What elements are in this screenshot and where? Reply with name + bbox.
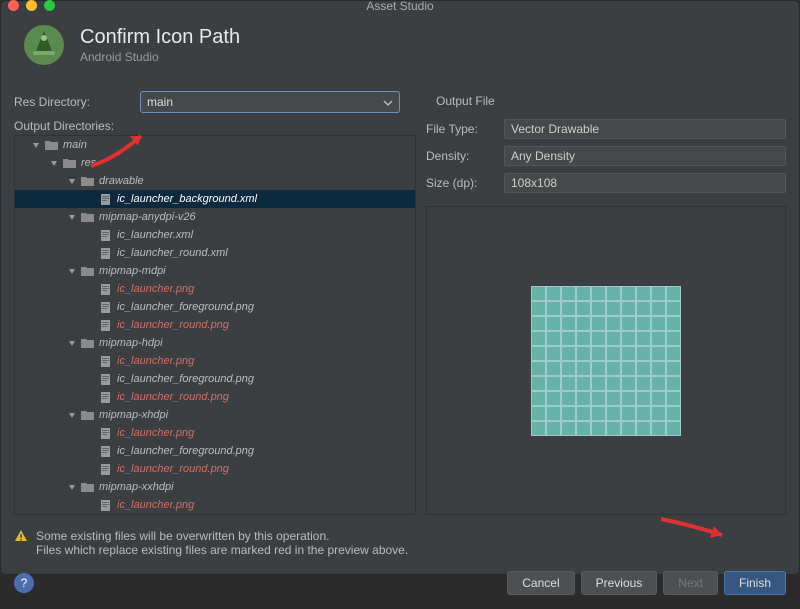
tree-node-label: drawable bbox=[99, 175, 144, 187]
size-label: Size (dp): bbox=[426, 176, 496, 190]
tree-node-label: ic_launcher.png bbox=[117, 427, 194, 439]
tree-node[interactable]: main bbox=[15, 136, 415, 154]
warning-line-1: Some existing files will be overwritten … bbox=[36, 529, 408, 543]
tree-node-label: main bbox=[63, 139, 87, 151]
tree-node[interactable]: mipmap-mdpi bbox=[15, 262, 415, 280]
tree-node[interactable]: ic_launcher_foreground.png bbox=[15, 442, 415, 460]
warning-line-2: Files which replace existing files are m… bbox=[36, 543, 408, 557]
chevron-down-icon bbox=[383, 97, 393, 107]
help-button[interactable]: ? bbox=[14, 573, 34, 593]
density-label: Density: bbox=[426, 149, 496, 163]
tree-node[interactable]: res bbox=[15, 154, 415, 172]
file-icon bbox=[99, 193, 113, 205]
tree-node[interactable]: ic_launcher_round.png bbox=[15, 316, 415, 334]
tree-node-label: ic_launcher.xml bbox=[117, 229, 193, 241]
tree-node[interactable]: drawable bbox=[15, 172, 415, 190]
file-type-value: Vector Drawable bbox=[504, 119, 786, 139]
tree-node-label: mipmap-xxhdpi bbox=[99, 481, 174, 493]
tree-node[interactable]: ic_launcher_foreground.png bbox=[15, 298, 415, 316]
output-file-label: Output File bbox=[436, 94, 495, 110]
tree-node-label: ic_launcher_foreground.png bbox=[117, 301, 254, 313]
file-icon bbox=[99, 391, 113, 403]
tree-node-label: ic_launcher_round.png bbox=[117, 463, 229, 475]
tree-node[interactable]: ic_launcher.png bbox=[15, 424, 415, 442]
res-directory-value: main bbox=[147, 95, 173, 109]
preview-panel bbox=[426, 206, 786, 515]
tree-node[interactable]: mipmap-xxhdpi bbox=[15, 478, 415, 496]
folder-icon bbox=[81, 409, 95, 421]
folder-icon bbox=[81, 337, 95, 349]
file-icon bbox=[99, 445, 113, 457]
tree-node[interactable]: ic_launcher_round.xml bbox=[15, 244, 415, 262]
res-directory-combo[interactable]: main bbox=[140, 91, 400, 113]
tree-node[interactable]: ic_launcher_foreground.png bbox=[15, 370, 415, 388]
res-directory-label: Res Directory: bbox=[14, 95, 134, 109]
tree-node[interactable]: ic_launcher_round.png bbox=[15, 460, 415, 478]
expand-toggle-icon[interactable] bbox=[67, 266, 77, 276]
tree-node[interactable]: ic_launcher.png bbox=[15, 352, 415, 370]
tree-node[interactable]: ic_launcher.png bbox=[15, 280, 415, 298]
file-icon bbox=[99, 355, 113, 367]
tree-node-label: mipmap-hdpi bbox=[99, 337, 163, 349]
file-icon bbox=[99, 499, 113, 511]
tree-node[interactable]: ic_launcher.xml bbox=[15, 226, 415, 244]
density-value: Any Density bbox=[504, 146, 786, 166]
tree-node[interactable]: ic_launcher_background.xml bbox=[15, 190, 415, 208]
expand-toggle-icon[interactable] bbox=[67, 212, 77, 222]
tree-node[interactable]: ic_launcher.png bbox=[15, 496, 415, 514]
tree-node-label: mipmap-xhdpi bbox=[99, 409, 168, 421]
tree-node-label: res bbox=[81, 157, 96, 169]
expand-toggle-icon[interactable] bbox=[31, 140, 41, 150]
tree-node-label: ic_launcher.png bbox=[117, 283, 194, 295]
output-directories-tree[interactable]: main resdrawable ic_launcher_background.xm… bbox=[14, 135, 416, 515]
tree-node-label: ic_launcher_round.xml bbox=[117, 247, 228, 259]
expand-toggle-icon[interactable] bbox=[67, 176, 77, 186]
dialog-header: Confirm Icon Path Android Studio bbox=[0, 11, 800, 81]
folder-icon bbox=[45, 139, 59, 151]
folder-icon bbox=[81, 265, 95, 277]
android-studio-logo-icon bbox=[22, 23, 66, 67]
folder-icon bbox=[63, 157, 77, 169]
expand-toggle-icon[interactable] bbox=[67, 338, 77, 348]
tree-node-label: ic_launcher.png bbox=[117, 355, 194, 367]
tree-node-label: ic_launcher_round.png bbox=[117, 391, 229, 403]
tree-node-label: ic_launcher_foreground.png bbox=[117, 445, 254, 457]
dialog-subtitle: Android Studio bbox=[80, 50, 240, 64]
overwrite-warning: Some existing files will be overwritten … bbox=[0, 523, 800, 563]
tree-node[interactable]: mipmap-hdpi bbox=[15, 334, 415, 352]
file-icon bbox=[99, 301, 113, 313]
folder-icon bbox=[81, 175, 95, 187]
expand-toggle-icon[interactable] bbox=[67, 410, 77, 420]
file-icon bbox=[99, 427, 113, 439]
tree-node[interactable]: mipmap-xhdpi bbox=[15, 406, 415, 424]
file-icon bbox=[99, 283, 113, 295]
tree-node-label: mipmap-mdpi bbox=[99, 265, 166, 277]
expand-toggle-icon[interactable] bbox=[49, 158, 59, 168]
preview-image bbox=[531, 286, 681, 436]
file-icon bbox=[99, 319, 113, 331]
size-value: 108x108 bbox=[504, 173, 786, 193]
tree-node[interactable]: ic_launcher_round.png bbox=[15, 388, 415, 406]
tree-node-label: ic_launcher_background.xml bbox=[117, 193, 257, 205]
tree-node-label: ic_launcher_foreground.png bbox=[117, 373, 254, 385]
tree-node[interactable]: mipmap-anydpi-v26 bbox=[15, 208, 415, 226]
tree-node-label: ic_launcher.png bbox=[117, 499, 194, 511]
titlebar: Asset Studio bbox=[0, 0, 800, 11]
file-type-label: File Type: bbox=[426, 122, 496, 136]
tree-node-label: ic_launcher_round.png bbox=[117, 319, 229, 331]
file-icon bbox=[99, 229, 113, 241]
dialog-title: Confirm Icon Path bbox=[80, 26, 240, 49]
file-icon bbox=[99, 247, 113, 259]
folder-icon bbox=[81, 211, 95, 223]
file-icon bbox=[99, 463, 113, 475]
file-icon bbox=[99, 373, 113, 385]
tree-node-label: mipmap-anydpi-v26 bbox=[99, 211, 196, 223]
warning-icon bbox=[14, 529, 28, 543]
window-title: Asset Studio bbox=[0, 0, 800, 13]
folder-icon bbox=[81, 481, 95, 493]
expand-toggle-icon[interactable] bbox=[67, 482, 77, 492]
output-directories-label: Output Directories: bbox=[14, 119, 134, 133]
